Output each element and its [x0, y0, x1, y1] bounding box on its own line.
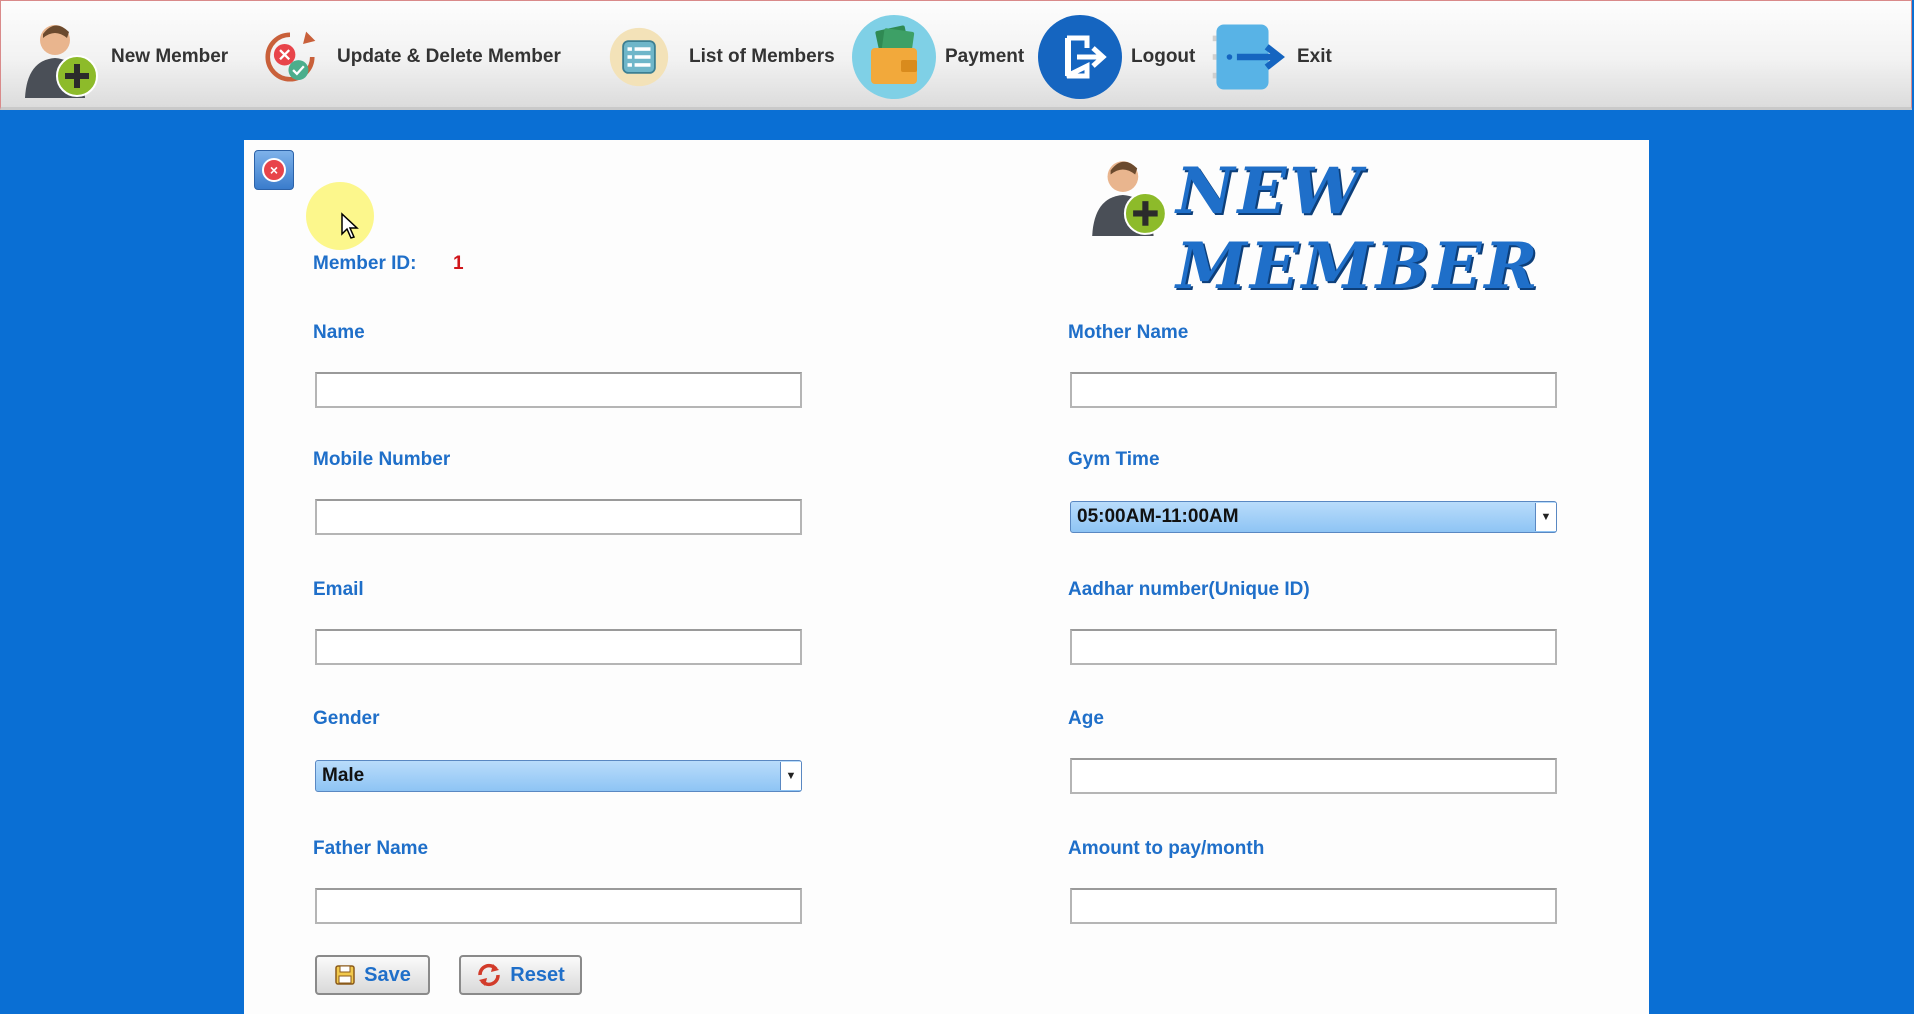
list-icon	[601, 14, 677, 100]
chevron-down-icon[interactable]: ▼	[780, 762, 801, 790]
mobile-number-label: Mobile Number	[313, 449, 451, 470]
gender-select[interactable]: Male ▼	[315, 760, 802, 792]
toolbar-new-member-label: New Member	[111, 46, 229, 67]
aadhar-number-label: Aadhar number(Unique ID)	[1068, 579, 1310, 600]
toolbar-exit-button[interactable]: Exit	[1209, 9, 1332, 105]
reset-button-label: Reset	[510, 963, 565, 986]
main-toolbar: New Member Update & Delete Member List o…	[0, 0, 1912, 110]
close-panel-button[interactable]: ×	[254, 150, 294, 190]
name-input[interactable]	[315, 372, 802, 408]
chevron-down-icon[interactable]: ▼	[1535, 503, 1556, 531]
aadhar-number-input[interactable]	[1070, 629, 1557, 665]
toolbar-logout-button[interactable]: Logout	[1037, 9, 1195, 105]
age-input[interactable]	[1070, 758, 1557, 794]
add-user-icon	[17, 14, 103, 100]
gym-time-selected-value: 05:00AM-11:00AM	[1077, 506, 1239, 527]
mother-name-label: Mother Name	[1068, 322, 1189, 343]
father-name-input[interactable]	[315, 888, 802, 924]
toolbar-update-delete-label: Update & Delete Member	[337, 46, 561, 67]
email-input[interactable]	[315, 629, 802, 665]
save-icon	[335, 965, 355, 985]
mother-name-input[interactable]	[1070, 372, 1557, 408]
save-button[interactable]: Save	[315, 955, 430, 995]
name-label: Name	[313, 322, 365, 343]
save-button-label: Save	[364, 963, 411, 986]
email-label: Email	[313, 579, 364, 600]
logout-icon	[1037, 14, 1123, 100]
refresh-icon	[478, 963, 500, 987]
new-member-panel: × NEW MEMBER Member ID: 1 Name Mobile Nu…	[244, 140, 1649, 1014]
gym-time-select[interactable]: 05:00AM-11:00AM ▼	[1070, 501, 1557, 533]
toolbar-payment-button[interactable]: Payment	[851, 9, 1024, 105]
mobile-number-input[interactable]	[315, 499, 802, 535]
close-icon: ×	[262, 158, 286, 182]
gym-time-label: Gym Time	[1068, 449, 1160, 470]
toolbar-new-member-button[interactable]: New Member	[17, 9, 228, 105]
mouse-pointer-icon	[341, 212, 359, 239]
toolbar-payment-label: Payment	[945, 46, 1025, 67]
toolbar-logout-label: Logout	[1131, 46, 1196, 67]
reset-button[interactable]: Reset	[459, 955, 582, 995]
toolbar-exit-label: Exit	[1297, 46, 1332, 67]
member-id-value: 1	[453, 253, 464, 274]
toolbar-list-members-button[interactable]: List of Members	[601, 9, 835, 105]
amount-per-month-label: Amount to pay/month	[1068, 838, 1265, 859]
update-delete-icon	[257, 14, 323, 100]
toolbar-list-members-label: List of Members	[689, 46, 835, 67]
gender-selected-value: Male	[322, 765, 365, 786]
new-member-header-icon	[1092, 161, 1167, 236]
father-name-label: Father Name	[313, 838, 429, 859]
member-id-label: Member ID:	[313, 253, 417, 274]
exit-icon	[1209, 14, 1289, 100]
page-title: NEW MEMBER	[1176, 154, 1541, 304]
toolbar-update-delete-button[interactable]: Update & Delete Member	[257, 9, 561, 105]
age-label: Age	[1068, 708, 1104, 729]
gender-label: Gender	[313, 708, 380, 729]
wallet-icon	[851, 14, 937, 100]
amount-per-month-input[interactable]	[1070, 888, 1557, 924]
